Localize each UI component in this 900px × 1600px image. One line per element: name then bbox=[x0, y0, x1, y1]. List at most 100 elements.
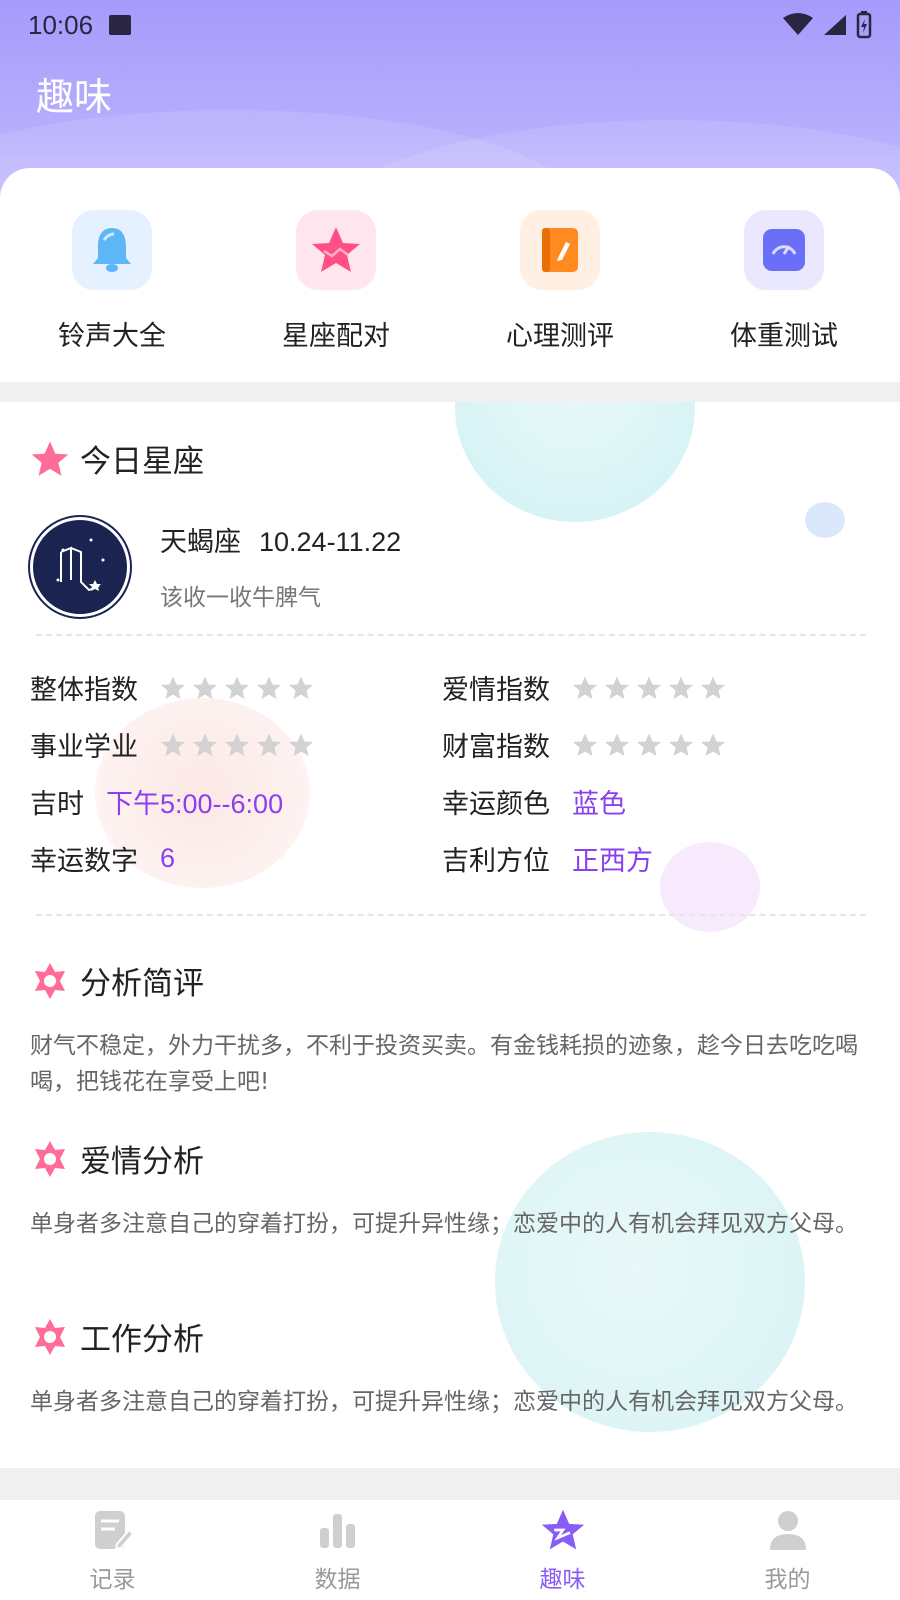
index-label: 吉时 bbox=[30, 789, 84, 820]
decor-dot bbox=[805, 502, 845, 538]
index-label: 幸运颜色 bbox=[442, 789, 550, 820]
section-title: 爱情分析 bbox=[80, 1144, 204, 1180]
star-rating bbox=[160, 675, 314, 701]
shortcut-zodiac-match[interactable]: 星座配对 bbox=[256, 210, 416, 353]
love-analysis-text: 单身者多注意自己的穿着打扮，可提升异性缘；恋爱中的人有机会拜见双方父母。 bbox=[30, 1211, 858, 1237]
sign-date-range: 10.24-11.22 bbox=[259, 527, 402, 557]
index-value: 正西方 bbox=[572, 846, 653, 876]
rating-star-icon bbox=[225, 733, 249, 756]
bottom-nav: 记录 数据 趣味 我的 bbox=[0, 1500, 900, 1600]
horoscope-panel: 今日星座 天蝎座 10.24-11.22 该收一收牛脾气 整体指数 爱情指数 事业… bbox=[0, 402, 900, 1468]
image-notification-icon bbox=[109, 15, 132, 35]
index-label: 幸运数字 bbox=[30, 846, 138, 877]
rating-star-icon bbox=[605, 733, 629, 756]
nav-label: 趣味 bbox=[539, 1567, 586, 1593]
rating-star-icon bbox=[257, 733, 281, 756]
rating-star-icon bbox=[161, 733, 185, 756]
shortcut-label: 铃声大全 bbox=[58, 321, 166, 352]
rating-star-icon bbox=[573, 733, 597, 756]
career-index: 事业学业 bbox=[30, 725, 314, 764]
flower-icon bbox=[35, 1318, 65, 1355]
page-title: 趣味 bbox=[36, 77, 113, 119]
section-title: 分析简评 bbox=[80, 966, 204, 1002]
chart-icon bbox=[319, 1514, 355, 1548]
nav-label: 我的 bbox=[764, 1567, 811, 1593]
section-title: 工作分析 bbox=[80, 1322, 204, 1358]
lucky-direction: 吉利方位 正西方 bbox=[442, 839, 653, 878]
summary-text: 财气不稳定，外力干扰多，不利于投资买卖。有金钱耗损的迹象，趁今日去吃吃喝喝，把钱… bbox=[30, 1033, 858, 1095]
star-rating bbox=[572, 732, 726, 758]
index-value: 蓝色 bbox=[572, 789, 626, 819]
bell-icon bbox=[72, 210, 152, 290]
love-analysis-header: 爱情分析 bbox=[30, 1136, 204, 1181]
index-label: 财富指数 bbox=[442, 732, 550, 763]
lucky-number: 幸运数字 6 bbox=[30, 839, 175, 878]
rating-star-icon bbox=[573, 676, 597, 699]
index-value: 下午5:00--6:00 bbox=[106, 789, 284, 819]
nav-fun[interactable]: 趣味 bbox=[450, 1500, 675, 1600]
shortcut-weight-test[interactable]: 体重测试 bbox=[704, 210, 864, 353]
wealth-index: 财富指数 bbox=[442, 725, 726, 764]
shortcut-card: 铃声大全 星座配对 心理测评 体重测试 bbox=[0, 168, 900, 382]
rating-star-icon bbox=[193, 676, 217, 699]
sign-motto: 该收一收牛脾气 bbox=[160, 585, 321, 611]
status-bar: 10:06 bbox=[0, 0, 900, 50]
index-label: 事业学业 bbox=[30, 732, 138, 763]
sign-name: 天蝎座 10.24-11.22 bbox=[160, 520, 401, 559]
rating-star-icon bbox=[605, 676, 629, 699]
record-icon bbox=[94, 1511, 134, 1551]
today-sign-header: 今日星座 bbox=[30, 436, 204, 481]
decor-planet bbox=[455, 402, 695, 522]
scale-icon bbox=[744, 210, 824, 290]
summary-header: 分析简评 bbox=[30, 958, 204, 1003]
rating-star-icon bbox=[289, 676, 313, 699]
star-icon bbox=[541, 1509, 584, 1550]
profile-icon bbox=[769, 1511, 806, 1550]
flower-icon bbox=[35, 962, 65, 999]
battery-icon bbox=[856, 11, 872, 39]
nav-record[interactable]: 记录 bbox=[0, 1500, 225, 1600]
shortcut-label: 星座配对 bbox=[282, 321, 390, 352]
divider bbox=[36, 634, 866, 636]
rating-star-icon bbox=[225, 676, 249, 699]
rating-star-icon bbox=[289, 733, 313, 756]
rating-star-icon bbox=[637, 676, 661, 699]
notebook-icon bbox=[520, 210, 600, 290]
section-title: 今日星座 bbox=[80, 444, 204, 480]
rating-star-icon bbox=[257, 676, 281, 699]
shortcut-psych-test[interactable]: 心理测评 bbox=[480, 210, 640, 353]
nav-label: 数据 bbox=[314, 1567, 361, 1593]
rating-star-icon bbox=[669, 733, 693, 756]
rating-star-icon bbox=[193, 733, 217, 756]
rating-star-icon bbox=[701, 676, 725, 699]
nav-profile[interactable]: 我的 bbox=[675, 1500, 900, 1600]
lucky-color: 幸运颜色 蓝色 bbox=[442, 782, 626, 821]
nav-data[interactable]: 数据 bbox=[225, 1500, 450, 1600]
flower-icon bbox=[35, 1140, 65, 1177]
wifi-icon bbox=[783, 13, 813, 35]
decor-dot bbox=[660, 842, 760, 932]
nav-label: 记录 bbox=[89, 1567, 136, 1593]
index-label: 爱情指数 bbox=[442, 675, 550, 706]
index-label: 整体指数 bbox=[30, 675, 138, 706]
rating-star-icon bbox=[669, 676, 693, 699]
work-analysis-header: 工作分析 bbox=[30, 1314, 204, 1359]
divider bbox=[36, 914, 866, 916]
index-value: 6 bbox=[160, 843, 176, 873]
rating-star-icon bbox=[701, 733, 725, 756]
shortcut-label: 心理测评 bbox=[506, 321, 614, 352]
status-time: 10:06 bbox=[28, 9, 94, 40]
index-label: 吉利方位 bbox=[442, 846, 550, 877]
star-rating bbox=[160, 732, 314, 758]
star-icon bbox=[31, 441, 69, 476]
rating-star-icon bbox=[161, 676, 185, 699]
love-index: 爱情指数 bbox=[442, 668, 726, 707]
overall-index: 整体指数 bbox=[30, 668, 314, 707]
star-icon bbox=[296, 210, 376, 290]
shortcut-label: 体重测试 bbox=[730, 321, 838, 352]
sign-name-text: 天蝎座 bbox=[160, 527, 241, 558]
scorpio-avatar bbox=[30, 517, 130, 617]
shortcut-ringtones[interactable]: 铃声大全 bbox=[32, 210, 192, 353]
star-rating bbox=[572, 675, 726, 701]
signal-icon bbox=[824, 15, 846, 35]
